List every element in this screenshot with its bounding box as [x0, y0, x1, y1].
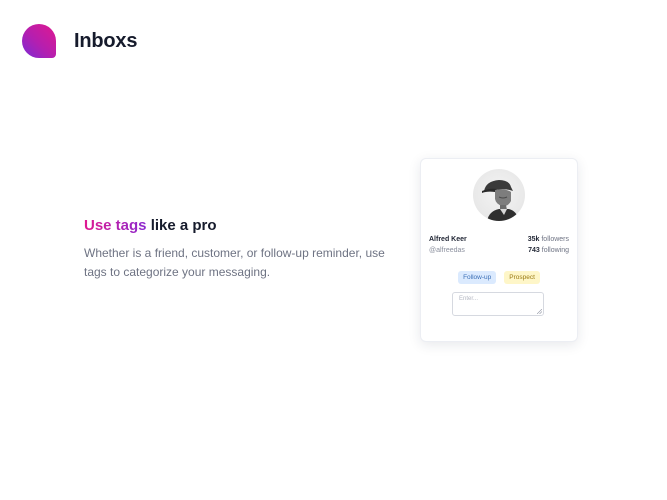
followers-label: followers [539, 236, 569, 243]
followers-count: 35k [527, 236, 540, 243]
profile-stats: Alfred Keer 35k followers @alfreedas 743… [429, 234, 569, 256]
inboxs-logo-icon[interactable] [22, 24, 56, 58]
tag-list: Follow-up Prospect [421, 271, 577, 284]
feature-description: Whether is a friend, customer, or follow… [84, 246, 385, 279]
feature-title: Use tags like a pro [84, 217, 394, 234]
following-label: following [539, 247, 569, 254]
feature-title-rest: like a pro [146, 217, 217, 234]
profile-name[interactable]: Alfred Keer [429, 234, 467, 245]
avatar [473, 169, 525, 221]
page: Inboxs Use tags like a pro Whether is a … [0, 0, 667, 500]
tag-prospect[interactable]: Prospect [504, 271, 540, 284]
tag-input-field[interactable]: Enter... [452, 292, 544, 316]
feature-title-accent: Use tags [84, 217, 147, 234]
following-count: 743 [528, 247, 540, 254]
tag-input-placeholder: Enter... [459, 296, 479, 302]
tag-follow-up[interactable]: Follow-up [458, 271, 497, 284]
app-header: Inboxs [22, 24, 137, 58]
profile-handle[interactable]: @alfreedas [429, 245, 465, 256]
feature-section: Use tags like a pro Whether is a friend,… [84, 217, 394, 282]
profile-card: Alfred Keer 35k followers @alfreedas 743… [420, 158, 578, 342]
following-stat: 743 following [528, 245, 569, 256]
resize-grip-icon[interactable] [537, 309, 542, 314]
person-photo-icon [482, 180, 519, 221]
followers-stat: 35k followers [528, 234, 569, 245]
brand-name[interactable]: Inboxs [74, 30, 137, 53]
